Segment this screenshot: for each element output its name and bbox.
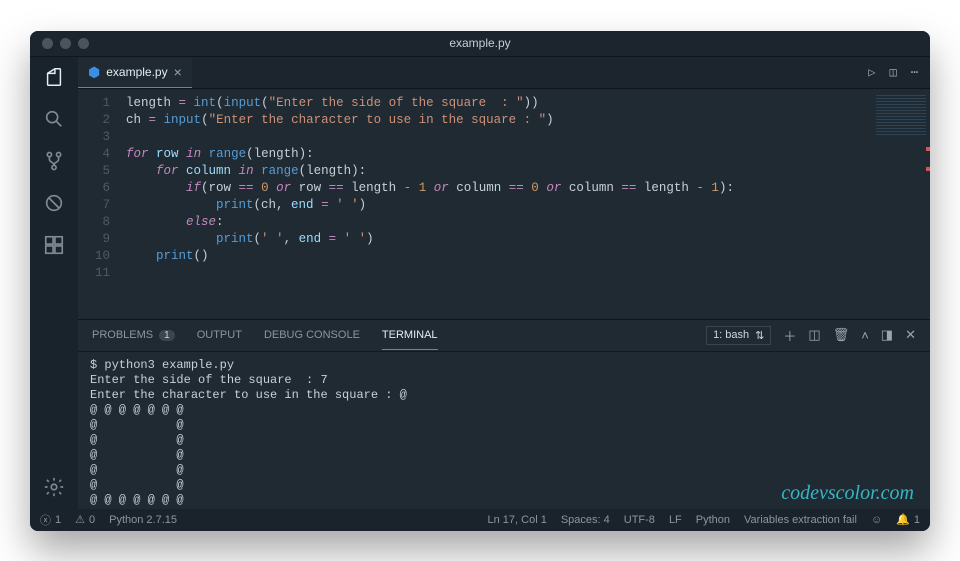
status-warnings[interactable]: ⚠ 0 <box>75 513 95 526</box>
chevron-up-icon[interactable]: ˄ <box>861 328 869 343</box>
status-encoding[interactable]: UTF-8 <box>624 514 655 526</box>
status-language[interactable]: Python <box>696 514 730 526</box>
minimap[interactable] <box>870 89 930 319</box>
tab-bar: ⬢ example.py × ▷ ◫ ⋯ <box>78 57 930 89</box>
more-actions-icon[interactable]: ⋯ <box>911 65 918 80</box>
window-title: example.py <box>30 36 930 50</box>
source-control-icon[interactable] <box>42 149 66 173</box>
run-icon[interactable]: ▷ <box>868 65 875 80</box>
tab-label: example.py <box>106 65 167 79</box>
terminal-selector[interactable]: 1: bash ⇅ <box>706 326 771 345</box>
tab-problems[interactable]: PROBLEMS 1 <box>92 329 175 341</box>
code-editor[interactable]: 1234567891011 length = int(input("Enter … <box>78 89 930 319</box>
terminal-selector-label: 1: bash <box>713 329 749 341</box>
status-bar: ⓧ 1 ⚠ 0 Python 2.7.15 Ln 17, Col 1 Space… <box>30 509 930 531</box>
extensions-icon[interactable] <box>42 233 66 257</box>
debug-icon[interactable] <box>42 191 66 215</box>
status-cursor-pos[interactable]: Ln 17, Col 1 <box>488 514 547 526</box>
split-terminal-icon[interactable]: ◫ <box>808 327 820 343</box>
titlebar: example.py <box>30 31 930 57</box>
status-errors[interactable]: ⓧ 1 <box>40 512 61 528</box>
search-icon[interactable] <box>42 107 66 131</box>
settings-gear-icon[interactable] <box>42 475 66 499</box>
main-area: ⬢ example.py × ▷ ◫ ⋯ 1234567891011 lengt… <box>78 57 930 509</box>
bottom-panel: PROBLEMS 1 OUTPUT DEBUG CONSOLE TERMINAL… <box>78 319 930 509</box>
new-terminal-icon[interactable]: ＋ <box>783 326 796 345</box>
minimap-error-marker <box>926 147 930 151</box>
status-ext-msg[interactable]: Variables extraction fail <box>744 514 857 526</box>
status-eol[interactable]: LF <box>669 514 682 526</box>
minimap-error-marker <box>926 167 930 171</box>
tab-problems-label: PROBLEMS <box>92 329 153 341</box>
status-notifications[interactable]: 🔔 1 <box>896 513 920 526</box>
python-file-icon: ⬢ <box>88 65 100 79</box>
split-editor-icon[interactable]: ◫ <box>890 65 897 80</box>
activity-bar <box>30 57 78 509</box>
terminal[interactable]: $ python3 example.py Enter the side of t… <box>78 352 930 509</box>
explorer-icon[interactable] <box>42 65 66 89</box>
editor-actions: ▷ ◫ ⋯ <box>868 57 930 88</box>
status-feedback-icon[interactable]: ☺ <box>871 514 882 526</box>
editor-window: example.py <box>30 31 930 531</box>
close-tab-icon[interactable]: × <box>174 65 182 79</box>
tab-terminal[interactable]: TERMINAL <box>382 329 438 350</box>
tab-output[interactable]: OUTPUT <box>197 329 242 341</box>
maximize-panel-icon[interactable]: ◨ <box>881 327 893 343</box>
panel-tab-bar: PROBLEMS 1 OUTPUT DEBUG CONSOLE TERMINAL… <box>78 320 930 352</box>
code-content[interactable]: length = int(input("Enter the side of th… <box>118 89 870 319</box>
tab-debug-console[interactable]: DEBUG CONSOLE <box>264 329 360 341</box>
chevron-updown-icon: ⇅ <box>755 329 764 342</box>
tab-example-py[interactable]: ⬢ example.py × <box>78 57 192 88</box>
problems-count-badge: 1 <box>159 330 175 341</box>
close-panel-icon[interactable]: ✕ <box>905 327 916 343</box>
panel-actions: 1: bash ⇅ ＋ ◫ 🗑 ˄ ◨ ✕ <box>706 326 916 345</box>
status-indent[interactable]: Spaces: 4 <box>561 514 610 526</box>
status-python-version[interactable]: Python 2.7.15 <box>109 514 177 526</box>
line-numbers: 1234567891011 <box>78 89 118 319</box>
kill-terminal-icon[interactable]: 🗑 <box>833 327 850 343</box>
workbench: ⬢ example.py × ▷ ◫ ⋯ 1234567891011 lengt… <box>30 57 930 509</box>
